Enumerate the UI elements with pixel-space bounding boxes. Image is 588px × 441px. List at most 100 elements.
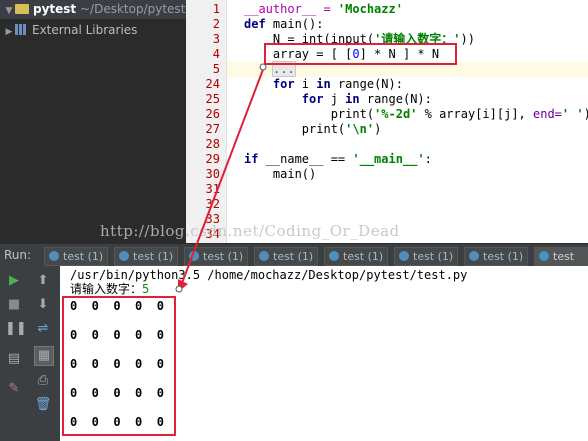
line-number: 2 <box>212 17 220 31</box>
python-icon <box>399 251 409 261</box>
python-icon <box>259 251 269 261</box>
keyword: for <box>244 92 324 106</box>
keyword: in <box>345 92 360 106</box>
python-path: /usr/bin/python3.5 <box>70 268 208 282</box>
line-number: 3 <box>212 32 220 46</box>
space-string: ' ' <box>561 107 584 121</box>
run-tab[interactable]: test (1) <box>184 247 249 266</box>
libraries-icon <box>15 24 27 35</box>
python-icon <box>189 251 199 261</box>
code-line-30: main() <box>244 167 316 182</box>
console-prompt-line: 请输入数字：5 <box>70 282 149 296</box>
run-tab[interactable]: test (1) <box>394 247 459 266</box>
python-icon <box>329 251 339 261</box>
expand-arrow-icon[interactable]: ▼ <box>3 2 15 21</box>
code-text: % array[i][j], <box>417 107 533 121</box>
print-icon[interactable]: ⎙ <box>34 372 52 390</box>
run-tab[interactable]: test (1) <box>44 247 109 266</box>
stop-icon[interactable]: ■ <box>5 296 23 314</box>
external-libraries-item[interactable]: ▶ External Libraries <box>0 21 138 42</box>
run-tab-label: test (1) <box>63 250 104 263</box>
run-tab-bar: Run: test (1) test (1) test (1) test (1)… <box>0 243 588 280</box>
run-tab-label: test (1) <box>273 250 314 263</box>
code-editor[interactable]: __author__ = 'Mochazz' def main(): N = i… <box>227 0 588 243</box>
run-tab[interactable]: test (1) <box>114 247 179 266</box>
run-tab[interactable]: test (1) <box>324 247 389 266</box>
code-line-27: print('\n') <box>244 122 382 137</box>
external-libraries-label: External Libraries <box>32 23 138 37</box>
project-root-path: ~/Desktop/pytest <box>80 2 186 16</box>
output-highlight-box <box>62 296 176 436</box>
code-line-24: for i in range(N): <box>244 77 403 92</box>
line-number: 26 <box>205 107 220 121</box>
code-text: range(N): <box>330 77 403 91</box>
line-number: 29 <box>205 152 220 166</box>
run-icon[interactable]: ▶ <box>5 272 23 290</box>
line-number: 28 <box>205 137 220 151</box>
code-text: ) <box>374 122 382 136</box>
folder-icon <box>15 3 29 14</box>
run-tab-label: test (1) <box>483 250 524 263</box>
python-icon <box>119 251 129 261</box>
run-label: Run: <box>4 248 32 262</box>
line-number: 25 <box>205 92 220 106</box>
run-tab-active[interactable]: test (1) <box>534 247 588 280</box>
line-number: 1 <box>212 2 220 16</box>
keyword: if <box>244 152 259 166</box>
collapse-arrow-icon[interactable]: ▶ <box>3 23 15 42</box>
main-string: '__main__' <box>352 152 425 166</box>
code-text: ) <box>584 107 588 121</box>
keyword: def <box>244 17 266 31</box>
run-tab-label: test (1) <box>343 250 384 263</box>
code-text: range(N): <box>359 92 432 106</box>
line-number: 32 <box>205 197 220 211</box>
line-number: 24 <box>205 77 220 91</box>
run-tab[interactable]: test (1) <box>464 247 529 266</box>
python-icon <box>539 251 549 261</box>
newline-string: '\n' <box>345 122 375 136</box>
code-line-2: def main(): <box>244 17 323 32</box>
pause-icon[interactable]: ❚❚ <box>5 320 27 338</box>
pin-icon[interactable]: ✎ <box>5 380 23 398</box>
editor-gutter: 1 2 3 4 5 24 25 26 27 28 29 30 31 32 33 … <box>186 0 227 243</box>
console-command: /usr/bin/python3.5 /home/mochazz/Desktop… <box>70 268 467 282</box>
code-text: main() <box>244 167 317 181</box>
code-line-29: if __name__ == '__main__': <box>244 152 432 167</box>
arrow-up-icon[interactable]: ⬆ <box>34 272 52 290</box>
trash-icon[interactable]: 🗑 <box>34 396 52 414</box>
code-line-25: for j in range(N): <box>244 92 432 107</box>
line-number: 4 <box>212 47 220 61</box>
watermark-text: http://blog.csdn.net/Coding_Or_Dead <box>100 222 400 240</box>
run-tab-label: test (1) <box>133 250 174 263</box>
kwarg-end: end= <box>533 107 562 121</box>
project-root-name: pytest <box>33 2 77 16</box>
script-path: /home/mochazz/Desktop/pytest/test.py <box>207 268 468 282</box>
soft-wrap-icon[interactable]: ⇌ <box>34 320 52 338</box>
python-icon <box>49 251 59 261</box>
code-text: __name__ == <box>258 152 353 166</box>
code-text: j <box>323 92 346 106</box>
run-tab[interactable]: test (1) <box>254 247 319 266</box>
arrow-down-icon[interactable]: ⬇ <box>34 296 52 314</box>
python-icon <box>469 251 479 261</box>
project-root-item[interactable]: ▼ pytest ~/Desktop/pytest <box>0 0 186 19</box>
author-var: __author__ = <box>244 2 338 16</box>
run-tab-label: test (1) <box>203 250 244 263</box>
restore-layout-icon[interactable]: ▤ <box>5 350 23 368</box>
scroll-to-end-icon[interactable]: ▦ <box>34 346 54 366</box>
code-line-1: __author__ = 'Mochazz' <box>244 2 403 17</box>
format-string: '%-2d' <box>374 107 418 121</box>
code-highlight-box <box>264 43 457 65</box>
project-panel: ▼ pytest ~/Desktop/pytest ▶ External Libra… <box>0 0 186 243</box>
code-text: main(): <box>265 17 324 31</box>
keyword: in <box>316 77 331 91</box>
line-number: 5 <box>212 62 220 76</box>
code-text: i <box>294 77 317 91</box>
run-tab-label: test (1) <box>413 250 454 263</box>
code-text: : <box>424 152 432 166</box>
keyword: for <box>244 77 295 91</box>
code-text: )) <box>460 32 475 46</box>
author-string: 'Mochazz' <box>337 2 403 16</box>
code-line-26: print('%-2d' % array[i][j], end=' ') <box>244 107 588 122</box>
run-toolbar: ▶ ⬆ ■ ⬇ ❚❚ ⇌ ▤ ▦ ✎ ⎙ 🗑 <box>0 266 60 441</box>
